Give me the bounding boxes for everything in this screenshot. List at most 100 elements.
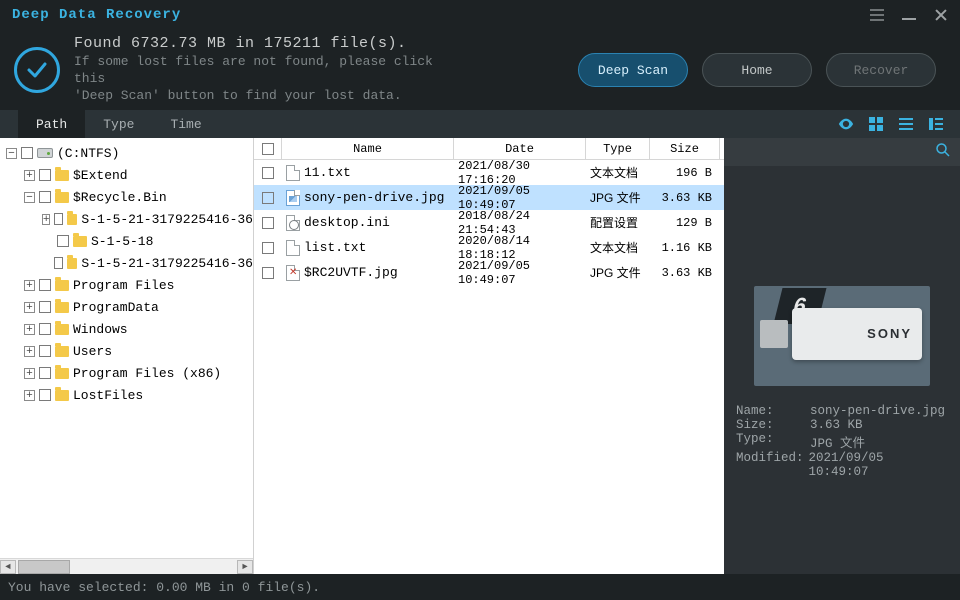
preview-thumbnail: 6: [754, 286, 930, 386]
header-name[interactable]: Name: [282, 138, 454, 159]
search-input[interactable]: [734, 145, 936, 159]
row-date: 2021/09/05 10:49:07: [454, 185, 586, 210]
folder-icon: [55, 192, 69, 203]
tree-root[interactable]: − (C:NTFS): [6, 142, 253, 164]
header-checkbox[interactable]: [254, 138, 282, 159]
row-checkbox-cell: [254, 260, 282, 285]
expand-toggle[interactable]: +: [42, 214, 50, 225]
folder-icon: [55, 368, 69, 379]
tab-type[interactable]: Type: [85, 110, 152, 138]
file-icon: [286, 190, 300, 206]
home-button[interactable]: Home: [702, 53, 812, 87]
expand-toggle[interactable]: −: [6, 148, 17, 159]
tree-checkbox[interactable]: [54, 213, 63, 225]
row-type: 文本文档: [586, 160, 650, 185]
row-name: list.txt: [304, 240, 366, 255]
preview-toggle-icon[interactable]: [838, 116, 854, 132]
header-type[interactable]: Type: [586, 138, 650, 159]
row-checkbox[interactable]: [262, 242, 274, 254]
tab-time[interactable]: Time: [152, 110, 219, 138]
tree-node[interactable]: +Program Files: [6, 274, 253, 296]
tree-horizontal-scrollbar[interactable]: ◄ ►: [0, 558, 253, 574]
expand-toggle[interactable]: +: [24, 346, 35, 357]
tree-checkbox[interactable]: [21, 147, 33, 159]
tree-checkbox[interactable]: [54, 257, 63, 269]
tree-label: S-1-5-21-3179225416-36: [81, 256, 253, 271]
row-checkbox[interactable]: [262, 192, 274, 204]
scroll-left-icon[interactable]: ◄: [0, 560, 16, 574]
tree-node[interactable]: +Windows: [6, 318, 253, 340]
search-icon[interactable]: [936, 143, 950, 162]
status-bar: You have selected: 0.00 MB in 0 file(s).: [0, 574, 960, 600]
row-name-cell: 11.txt: [282, 160, 454, 185]
tab-path[interactable]: Path: [18, 110, 85, 138]
view-tabs: Path Type Time: [0, 110, 960, 138]
usb-body: [792, 308, 922, 360]
row-checkbox-cell: [254, 160, 282, 185]
expand-toggle[interactable]: +: [24, 390, 35, 401]
tree-checkbox[interactable]: [39, 169, 51, 181]
table-row[interactable]: $RC2UVTF.jpg2021/09/05 10:49:07JPG 文件3.6…: [254, 260, 724, 285]
close-icon[interactable]: [934, 8, 948, 22]
list-view-icon[interactable]: [898, 116, 914, 132]
tree-node[interactable]: + ProgramData: [6, 296, 253, 318]
table-row[interactable]: list.txt2020/08/14 18:18:12文本文档1.16 KB: [254, 235, 724, 260]
tree-node[interactable]: S-1-5-18: [6, 230, 253, 252]
tree-node[interactable]: +$Extend: [6, 164, 253, 186]
expand-toggle[interactable]: +: [24, 324, 35, 335]
expand-toggle[interactable]: −: [24, 192, 35, 203]
menu-icon[interactable]: [870, 8, 884, 22]
header-date[interactable]: Date: [454, 138, 586, 159]
tree-label: (C:NTFS): [57, 146, 119, 161]
tree-node[interactable]: +S-1-5-21-3179225416-36: [6, 208, 253, 230]
row-name-cell: list.txt: [282, 235, 454, 260]
deep-scan-button[interactable]: Deep Scan: [578, 53, 688, 87]
tree-checkbox[interactable]: [39, 191, 51, 203]
row-checkbox-cell: [254, 210, 282, 235]
table-row[interactable]: sony-pen-drive.jpg2021/09/05 10:49:07JPG…: [254, 185, 724, 210]
recover-button[interactable]: Recover: [826, 53, 936, 87]
row-checkbox[interactable]: [262, 167, 274, 179]
meta-type-value: JPG 文件: [810, 432, 865, 451]
meta-size-label: Size:: [736, 418, 810, 432]
tree-checkbox[interactable]: [39, 279, 51, 291]
grid-view-icon[interactable]: [868, 116, 884, 132]
scroll-right-icon[interactable]: ►: [237, 560, 253, 574]
row-checkbox[interactable]: [262, 267, 274, 279]
folder-icon: [55, 324, 69, 335]
table-row[interactable]: 11.txt2021/08/30 17:16:20文本文档196 B: [254, 160, 724, 185]
table-row[interactable]: desktop.ini2018/08/24 21:54:43配置设置129 B: [254, 210, 724, 235]
hint-text: If some lost files are not found, please…: [74, 54, 454, 105]
tree-checkbox[interactable]: [39, 301, 51, 313]
row-type: 文本文档: [586, 235, 650, 260]
tree-node[interactable]: S-1-5-21-3179225416-36: [6, 252, 253, 274]
scan-complete-icon: [14, 47, 60, 93]
expand-toggle[interactable]: +: [24, 302, 35, 313]
expand-toggle[interactable]: +: [24, 368, 35, 379]
tree-checkbox[interactable]: [39, 345, 51, 357]
tree-checkbox[interactable]: [39, 323, 51, 335]
minimize-icon[interactable]: [902, 18, 916, 20]
view-tools: [838, 110, 960, 138]
file-icon: [286, 265, 300, 281]
expand-toggle: [42, 236, 53, 247]
row-name: desktop.ini: [304, 215, 390, 230]
row-name: 11.txt: [304, 165, 351, 180]
tree-node[interactable]: +LostFiles: [6, 384, 253, 406]
tree-node[interactable]: −$Recycle.Bin: [6, 186, 253, 208]
expand-toggle[interactable]: +: [24, 280, 35, 291]
expand-toggle[interactable]: +: [24, 170, 35, 181]
tree-node[interactable]: +Users: [6, 340, 253, 362]
tree-label: ProgramData: [73, 300, 159, 315]
header-text: Found 6732.73 MB in 175211 file(s). If s…: [74, 35, 454, 105]
header-size[interactable]: Size: [650, 138, 720, 159]
detail-view-icon[interactable]: [928, 116, 944, 132]
row-checkbox[interactable]: [262, 217, 274, 229]
row-name: $RC2UVTF.jpg: [304, 265, 398, 280]
tree-checkbox[interactable]: [57, 235, 69, 247]
tree-node[interactable]: +Program Files (x86): [6, 362, 253, 384]
tree-checkbox[interactable]: [39, 389, 51, 401]
meta-modified-value: 2021/09/05 10:49:07: [808, 451, 948, 479]
tree-checkbox[interactable]: [39, 367, 51, 379]
scroll-thumb[interactable]: [18, 560, 70, 574]
